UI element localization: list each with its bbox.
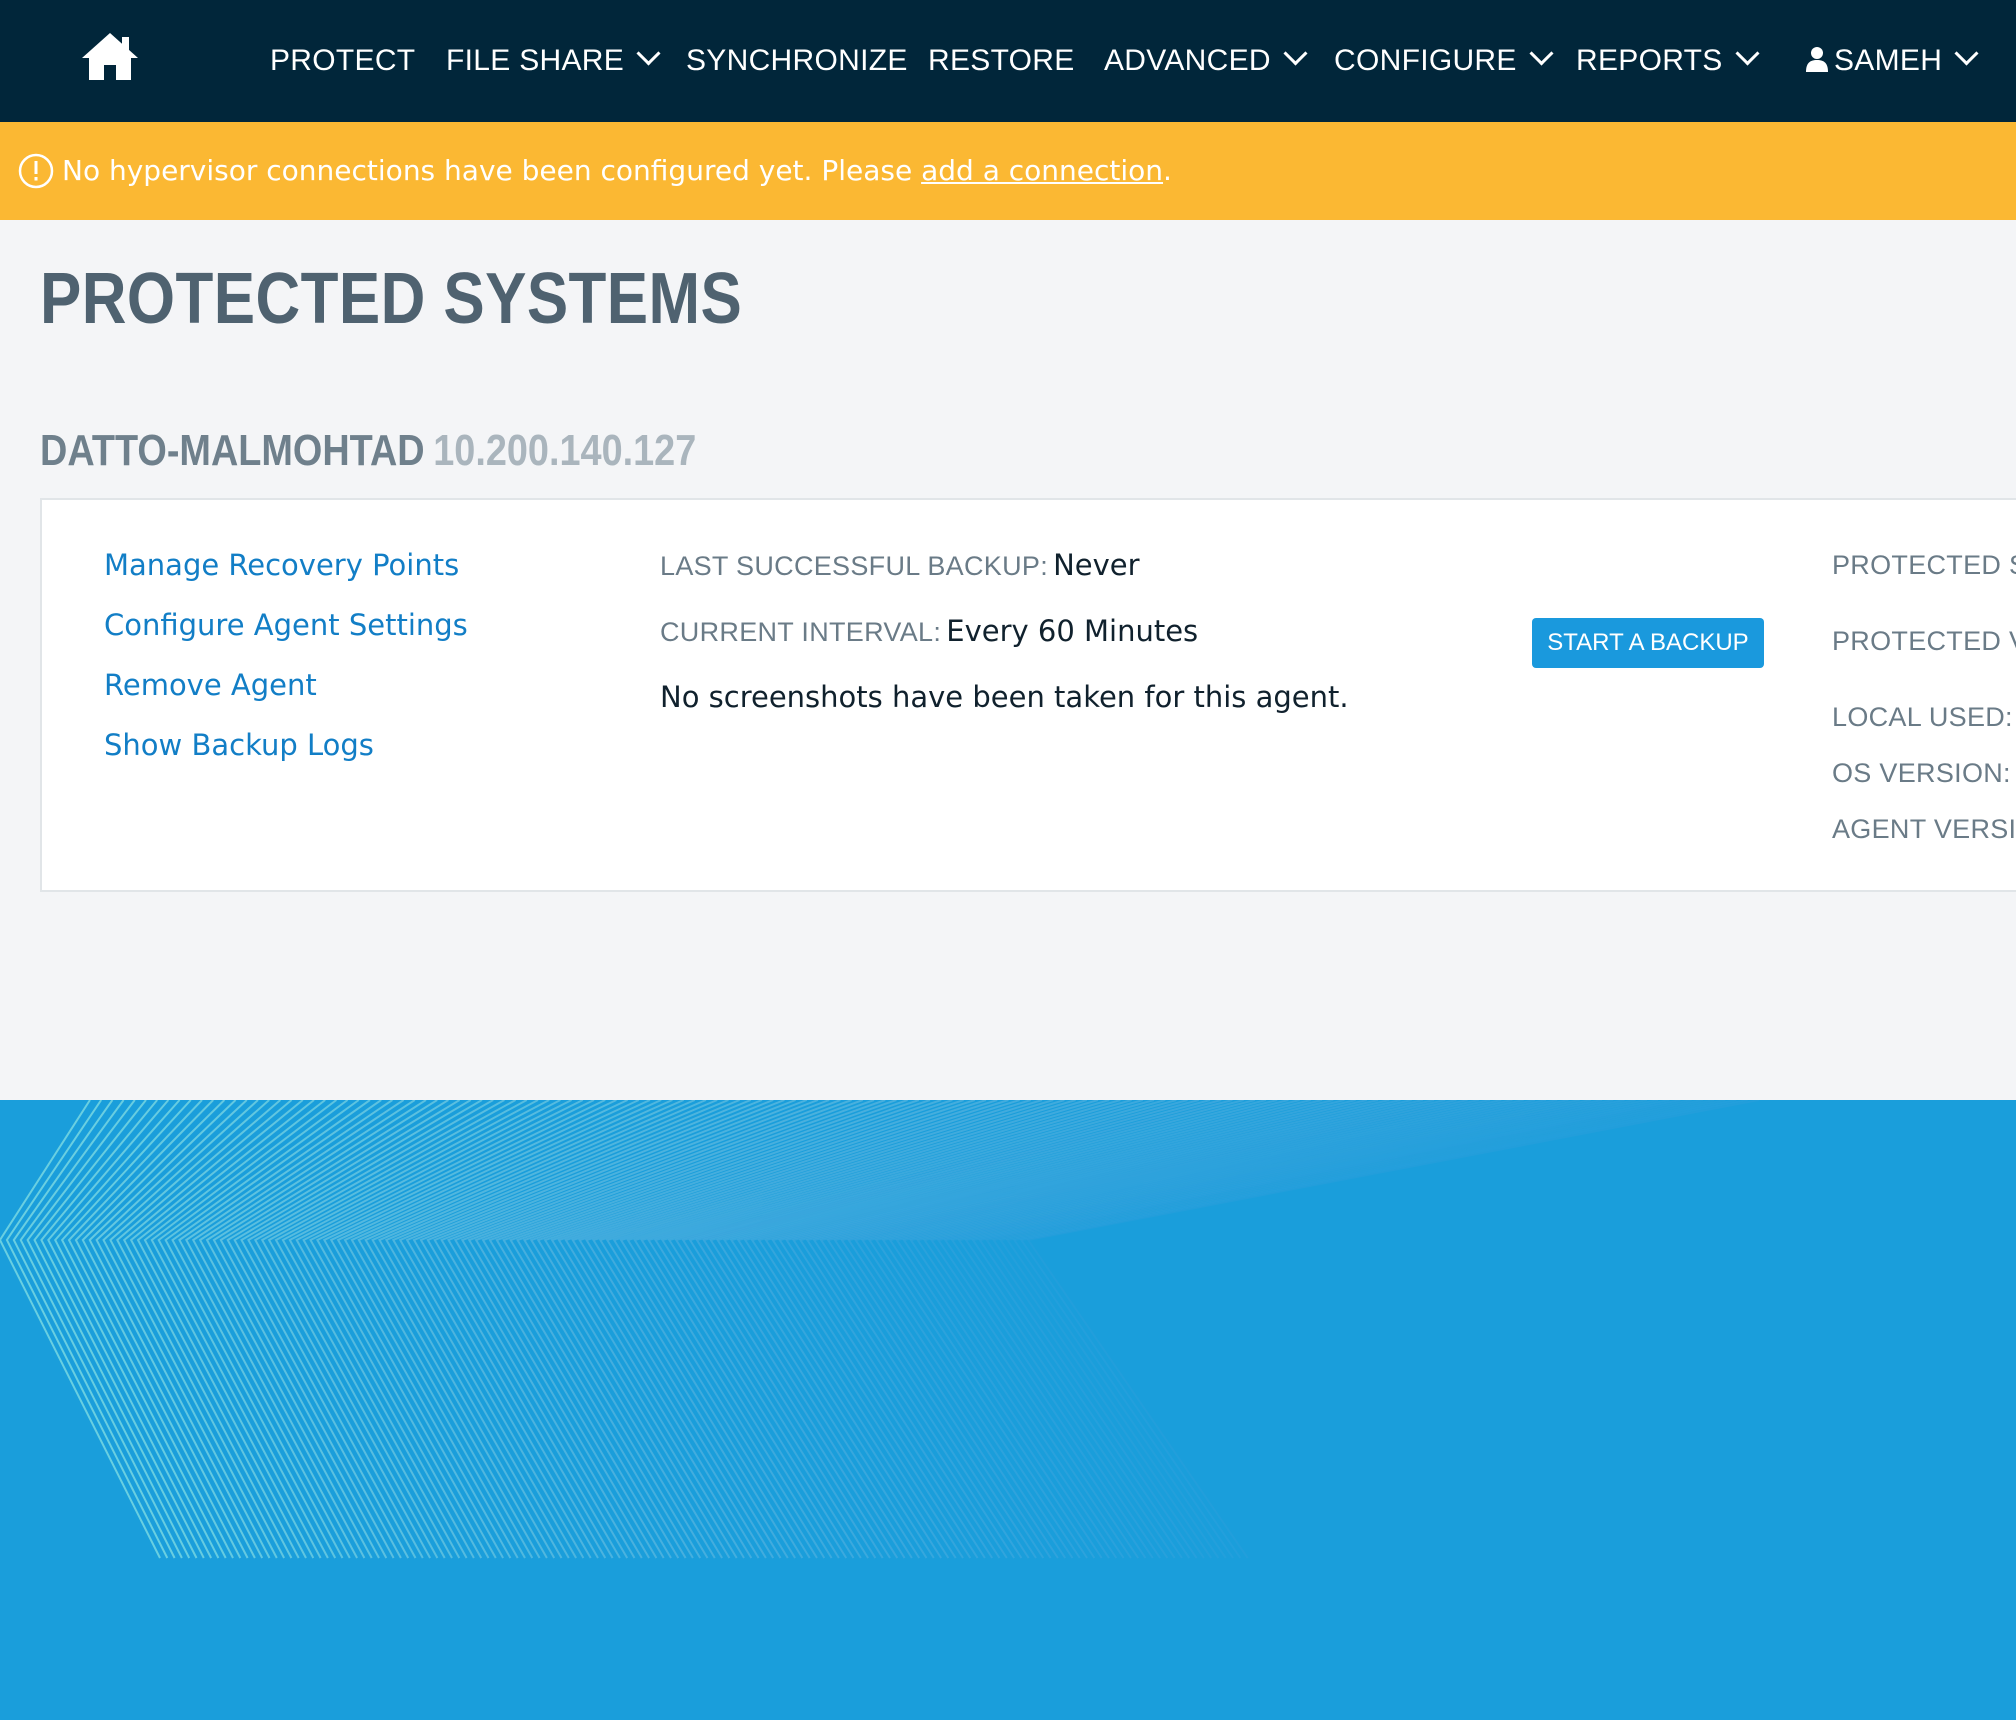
- nav-synchronize[interactable]: SYNCHRONIZE: [686, 0, 908, 122]
- current-interval-label: CURRENT INTERVAL:: [660, 617, 942, 647]
- banner-text: No hypervisor connections have been conf…: [62, 154, 922, 187]
- last-backup-row: LAST SUCCESSFUL BACKUP: Never: [660, 548, 1140, 582]
- manage-recovery-points-link[interactable]: Manage Recovery Points: [104, 548, 459, 582]
- nav-synchronize-label: SYNCHRONIZE: [686, 44, 908, 77]
- page-title: PROTECTED SYSTEMS: [40, 259, 743, 339]
- protected-status-label: PROTECTED ST: [1832, 550, 2016, 580]
- agent-version-label: AGENT VERSIO: [1832, 814, 2016, 844]
- nav-reports-label: REPORTS: [1576, 44, 1723, 77]
- nav-reports[interactable]: REPORTS: [1576, 0, 1760, 122]
- agent-name: DATTO-MALMOHTAD: [40, 426, 425, 475]
- alert-circle-icon: [18, 153, 54, 189]
- local-used-label: LOCAL USED:: [1832, 702, 2013, 732]
- show-backup-logs-link[interactable]: Show Backup Logs: [104, 728, 374, 762]
- nav-file-share-label: FILE SHARE: [446, 44, 625, 77]
- nav-advanced-label: ADVANCED: [1104, 44, 1271, 77]
- nav-protect-label: PROTECT: [270, 44, 416, 77]
- decorative-stripe-pattern: [0, 1100, 1759, 1559]
- nav-configure-label: CONFIGURE: [1334, 44, 1517, 77]
- nav-user-menu[interactable]: SAMEH: [1806, 0, 1979, 122]
- user-icon: [1806, 47, 1828, 73]
- screenshot-note: No screenshots have been taken for this …: [660, 680, 1349, 714]
- chevron-down-icon: [1283, 41, 1308, 66]
- footer-decorative-band: [0, 1100, 2016, 1720]
- start-backup-button[interactable]: START A BACKUP: [1532, 618, 1764, 668]
- agent-ip-address: 10.200.140.127: [433, 426, 697, 475]
- remove-agent-link[interactable]: Remove Agent: [104, 668, 317, 702]
- agent-heading: DATTO-MALMOHTAD 10.200.140.127: [40, 426, 696, 476]
- nav-user-label: SAMEH: [1834, 44, 1943, 77]
- nav-restore-label: RESTORE: [928, 44, 1075, 77]
- chevron-down-icon: [1529, 41, 1554, 66]
- last-backup-value: Never: [1053, 548, 1140, 582]
- banner-suffix: .: [1163, 154, 1172, 187]
- current-interval-value: Every 60 Minutes: [946, 614, 1199, 648]
- chevron-down-icon: [636, 41, 661, 66]
- nav-protect[interactable]: PROTECT: [270, 0, 415, 122]
- protected-volumes-label: PROTECTED VO: [1832, 626, 2016, 656]
- screenshot-note-row: No screenshots have been taken for this …: [660, 680, 1349, 714]
- nav-configure[interactable]: CONFIGURE: [1334, 0, 1554, 122]
- agent-card: Manage Recovery Points Configure Agent S…: [40, 498, 2016, 892]
- nav-restore[interactable]: RESTORE: [928, 0, 1075, 122]
- hypervisor-warning-banner: No hypervisor connections have been conf…: [0, 122, 2016, 220]
- banner-message: No hypervisor connections have been conf…: [62, 122, 1172, 220]
- add-connection-link[interactable]: add a connection: [921, 154, 1163, 187]
- current-interval-row: CURRENT INTERVAL: Every 60 Minutes: [660, 614, 1198, 648]
- nav-file-share[interactable]: FILE SHARE: [446, 0, 661, 122]
- last-backup-label: LAST SUCCESSFUL BACKUP:: [660, 551, 1049, 581]
- chevron-down-icon: [1954, 41, 1979, 66]
- nav-advanced[interactable]: ADVANCED: [1104, 0, 1308, 122]
- home-icon[interactable]: [80, 30, 140, 84]
- top-navigation-bar: PROTECT FILE SHARE SYNCHRONIZE RESTORE A…: [0, 0, 2016, 122]
- os-version-label: OS VERSION:: [1832, 758, 2011, 788]
- chevron-down-icon: [1735, 41, 1760, 66]
- configure-agent-settings-link[interactable]: Configure Agent Settings: [104, 608, 468, 642]
